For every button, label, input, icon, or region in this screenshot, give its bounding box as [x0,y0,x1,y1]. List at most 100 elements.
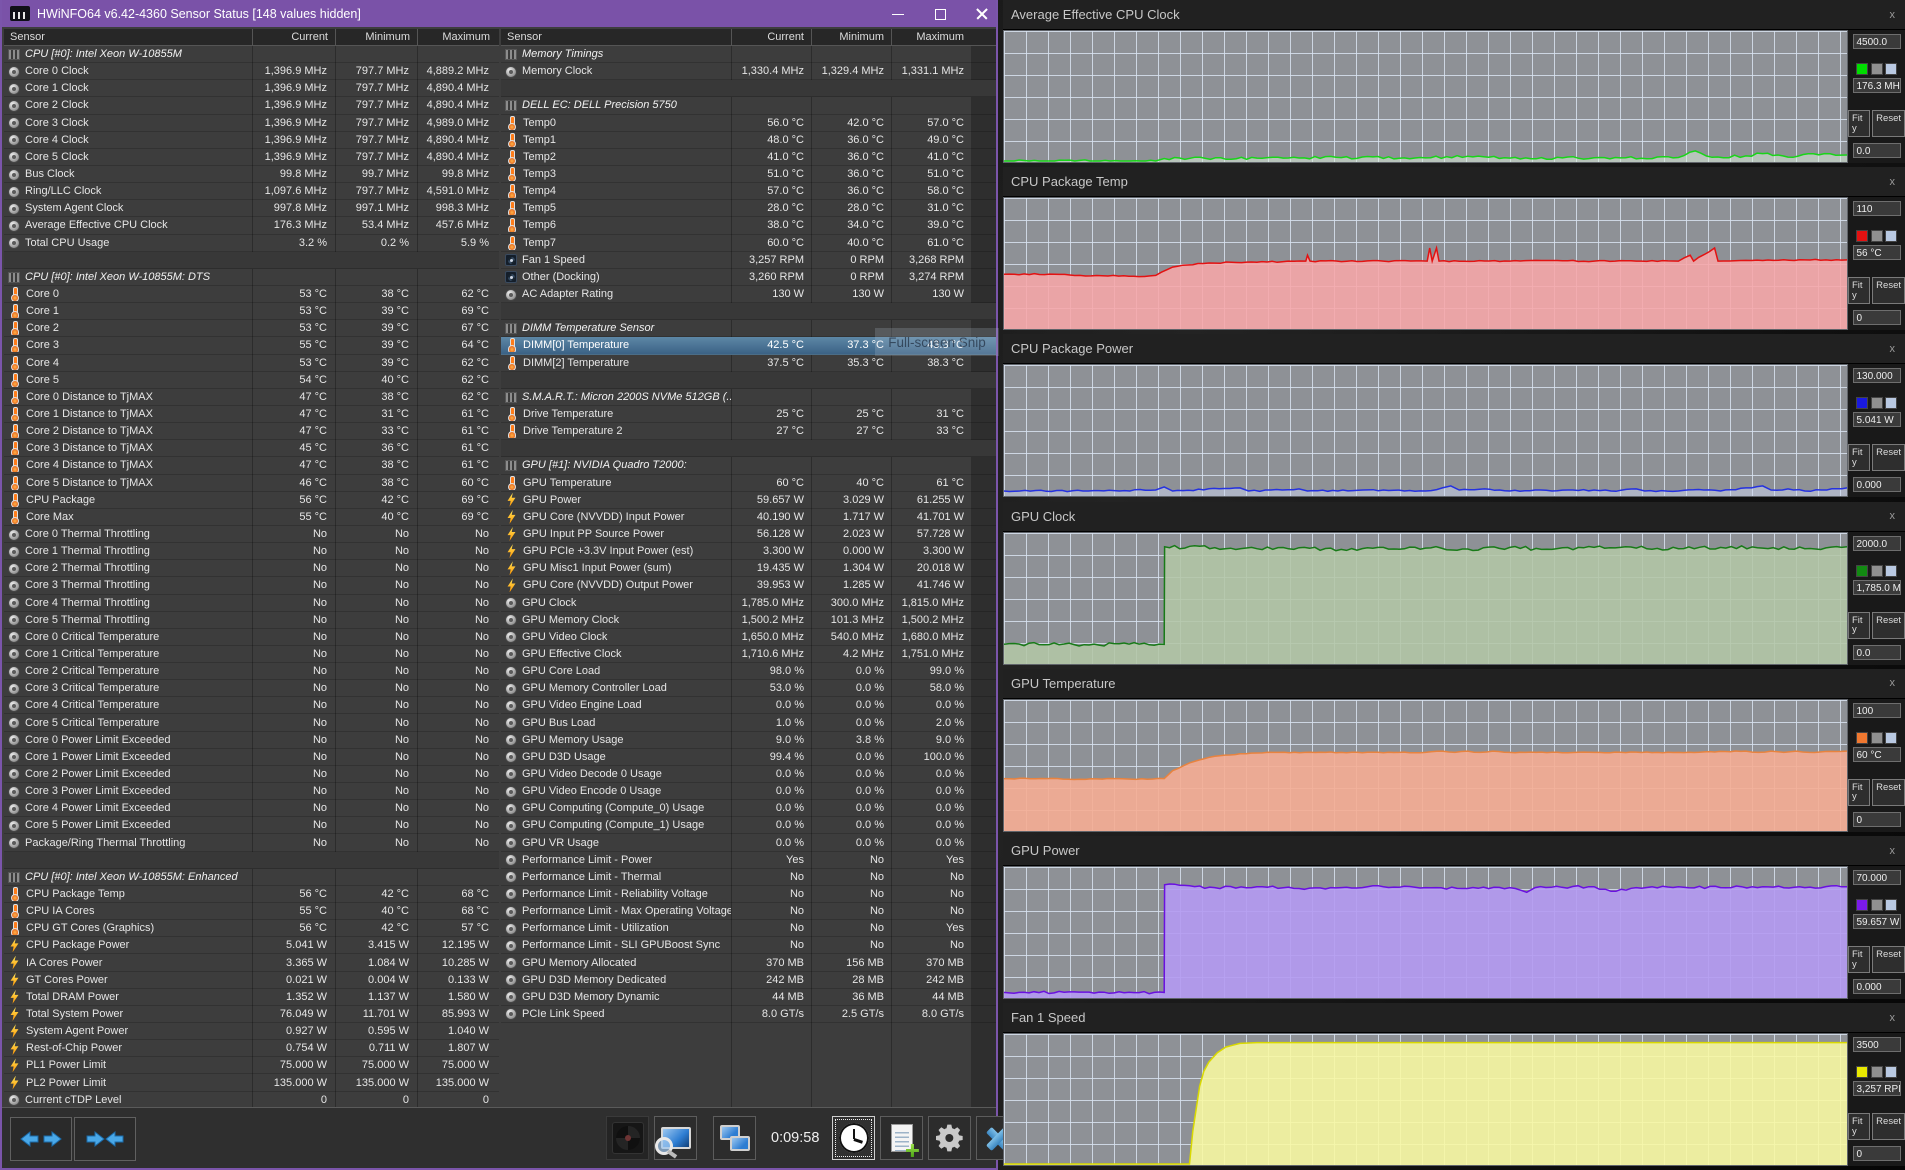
sensor-row[interactable]: Temp351.0 °C36.0 °C51.0 °C [501,166,996,183]
sensor-row[interactable]: Core 4 Power Limit ExceededNoNoNo [4,800,499,817]
fit-y-button[interactable]: Fit y [1848,1113,1870,1140]
background-color-swatch[interactable] [1871,732,1883,744]
sensor-row[interactable]: Total System Power76.049 W11.701 W85.993… [4,1006,499,1023]
section-row[interactable]: GPU [#1]: NVIDIA Quadro T2000: [501,457,996,474]
graph-close-icon[interactable]: x [1888,343,1898,355]
sensor-row[interactable]: Core 2 Critical TemperatureNoNoNo [4,663,499,680]
system-summary-button[interactable] [654,1116,697,1160]
sensor-row[interactable]: Core 453 °C39 °C62 °C [4,355,499,372]
sensor-row[interactable]: IA Cores Power3.365 W1.084 W10.285 W [4,954,499,971]
series-color-swatch[interactable] [1856,230,1868,242]
sensor-row[interactable]: GT Cores Power0.021 W0.004 W0.133 W [4,972,499,989]
sensor-row[interactable]: Core 5 Power Limit ExceededNoNoNo [4,817,499,834]
sensor-row[interactable]: CPU Package56 °C42 °C69 °C [4,492,499,509]
sensor-row[interactable]: GPU D3D Memory Dedicated242 MB28 MB242 M… [501,972,996,989]
sensor-row[interactable]: Memory Clock1,330.4 MHz1,329.4 MHz1,331.… [501,63,996,80]
grid-color-swatch[interactable] [1885,899,1897,911]
grid-color-swatch[interactable] [1885,230,1897,242]
background-color-swatch[interactable] [1871,230,1883,242]
graph-close-icon[interactable]: x [1888,510,1898,522]
sensor-row[interactable]: Core 3 Clock1,396.9 MHz797.7 MHz4,989.0 … [4,115,499,132]
sensor-row[interactable]: CPU Package Temp56 °C42 °C68 °C [4,886,499,903]
reset-button[interactable]: Reset [1872,1113,1905,1140]
sensor-row[interactable]: System Agent Power0.927 W0.595 W1.040 W [4,1023,499,1040]
background-color-swatch[interactable] [1871,63,1883,75]
sensor-row[interactable]: Other (Docking)3,260 RPM0 RPM3,274 RPM [501,269,996,286]
series-color-swatch[interactable] [1856,63,1868,75]
series-color-swatch[interactable] [1856,1066,1868,1078]
sensor-row[interactable]: Temp241.0 °C36.0 °C41.0 °C [501,149,996,166]
y-min-input[interactable]: 0.0 [1853,645,1901,660]
sensor-row[interactable]: GPU Video Engine Load0.0 %0.0 %0.0 % [501,697,996,714]
column-header-sensor[interactable]: Sensor [4,29,252,45]
sensor-row[interactable]: GPU Input PP Source Power56.128 W2.023 W… [501,526,996,543]
sensor-row[interactable]: GPU Core (NVVDD) Input Power40.190 W1.71… [501,509,996,526]
sensor-row[interactable]: Core 0 Critical TemperatureNoNoNo [4,629,499,646]
reset-button[interactable]: Reset [1872,612,1905,639]
remote-monitoring-button[interactable] [713,1116,756,1160]
sensor-row[interactable]: Total CPU Usage3.2 %0.2 %5.9 % [4,235,499,252]
column-header-maximum[interactable]: Maximum [891,29,971,45]
sensor-row[interactable]: Performance Limit - UtilizationNoNoYes [501,920,996,937]
column-header-sensor[interactable]: Sensor [501,29,731,45]
graph-title-bar[interactable]: CPU Package Powerx [1003,334,1905,364]
sensor-row[interactable]: Rest-of-Chip Power0.754 W0.711 W1.807 W [4,1040,499,1057]
sensor-row[interactable]: GPU Memory Controller Load53.0 %0.0 %58.… [501,680,996,697]
sensor-row[interactable]: Core 1 Distance to TjMAX47 °C31 °C61 °C [4,406,499,423]
sensor-row[interactable]: Core 355 °C39 °C64 °C [4,337,499,354]
sensor-row[interactable]: Total DRAM Power1.352 W1.137 W1.580 W [4,989,499,1006]
maximize-icon[interactable] [932,6,948,22]
fit-y-button[interactable]: Fit y [1848,110,1870,137]
sensor-row[interactable]: Core 4 Critical TemperatureNoNoNo [4,697,499,714]
settings-button[interactable] [928,1116,971,1160]
column-header-current[interactable]: Current [252,29,335,45]
sensor-row[interactable]: AC Adapter Rating130 W130 W130 W [501,286,996,303]
reset-button[interactable]: Reset [1872,444,1905,471]
column-header-minimum[interactable]: Minimum [811,29,891,45]
section-row[interactable]: CPU [#0]: Intel Xeon W-10855M [4,46,499,63]
fan-control-button[interactable] [606,1116,649,1160]
sensor-row[interactable]: PL1 Power Limit75.000 W75.000 W75.000 W [4,1057,499,1074]
section-row[interactable]: CPU [#0]: Intel Xeon W-10855M: DTS [4,269,499,286]
sensor-row[interactable]: GPU Video Decode 0 Usage0.0 %0.0 %0.0 % [501,766,996,783]
sensor-row[interactable]: GPU Clock1,785.0 MHz300.0 MHz1,815.0 MHz [501,595,996,612]
sensor-row[interactable]: GPU Computing (Compute_0) Usage0.0 %0.0 … [501,800,996,817]
y-max-input[interactable]: 2000.0 [1853,536,1901,551]
sensor-row[interactable]: Drive Temperature25 °C25 °C31 °C [501,406,996,423]
collapse-columns-button[interactable] [74,1117,136,1161]
sensor-row[interactable]: Temp056.0 °C42.0 °C57.0 °C [501,115,996,132]
sensor-row[interactable]: Core 5 Critical TemperatureNoNoNo [4,714,499,731]
graph-title-bar[interactable]: GPU Powerx [1003,836,1905,866]
sensor-row[interactable]: Temp148.0 °C36.0 °C49.0 °C [501,132,996,149]
sensor-row[interactable]: GPU D3D Usage99.4 %0.0 %100.0 % [501,749,996,766]
graph-close-icon[interactable]: x [1888,845,1898,857]
y-min-input[interactable]: 0.000 [1853,477,1901,492]
y-max-input[interactable]: 100 [1853,703,1901,718]
graph-close-icon[interactable]: x [1888,9,1898,21]
series-color-swatch[interactable] [1856,899,1868,911]
sensor-row[interactable]: Core 153 °C39 °C69 °C [4,303,499,320]
y-min-input[interactable]: 0 [1853,1146,1901,1161]
sensor-row[interactable]: GPU Core (NVVDD) Output Power39.953 W1.2… [501,577,996,594]
sensor-row[interactable]: GPU Memory Usage9.0 %3.8 %9.0 % [501,732,996,749]
graph-title-bar[interactable]: GPU Temperaturex [1003,669,1905,699]
sensor-row[interactable]: Core 3 Power Limit ExceededNoNoNo [4,783,499,800]
sensor-row[interactable]: CPU GT Cores (Graphics)56 °C42 °C57 °C [4,920,499,937]
sensor-row[interactable]: Core 4 Clock1,396.9 MHz797.7 MHz4,890.4 … [4,132,499,149]
sensor-row[interactable]: Core 1 Clock1,396.9 MHz797.7 MHz4,890.4 … [4,80,499,97]
graph-title-bar[interactable]: Average Effective CPU Clockx [1003,0,1905,30]
sensor-row[interactable]: Core 5 Distance to TjMAX46 °C38 °C60 °C [4,475,499,492]
sensor-row[interactable]: GPU Effective Clock1,710.6 MHz4.2 MHz1,7… [501,646,996,663]
sensor-row[interactable]: System Agent Clock997.8 MHz997.1 MHz998.… [4,200,499,217]
minimize-icon[interactable] [890,6,906,22]
reset-button[interactable]: Reset [1872,277,1905,304]
grid-color-swatch[interactable] [1885,565,1897,577]
fit-y-button[interactable]: Fit y [1848,779,1870,806]
graph-close-icon[interactable]: x [1888,677,1898,689]
sensor-row[interactable]: Bus Clock99.8 MHz99.7 MHz99.8 MHz [4,166,499,183]
sensor-row[interactable]: Current cTDP Level000 [4,1092,499,1108]
sensor-row[interactable]: Core 0 Distance to TjMAX47 °C38 °C62 °C [4,389,499,406]
sensor-row[interactable]: PCIe Link Speed8.0 GT/s2.5 GT/s8.0 GT/s [501,1006,996,1023]
y-min-input[interactable]: 0.000 [1853,979,1901,994]
series-color-swatch[interactable] [1856,397,1868,409]
